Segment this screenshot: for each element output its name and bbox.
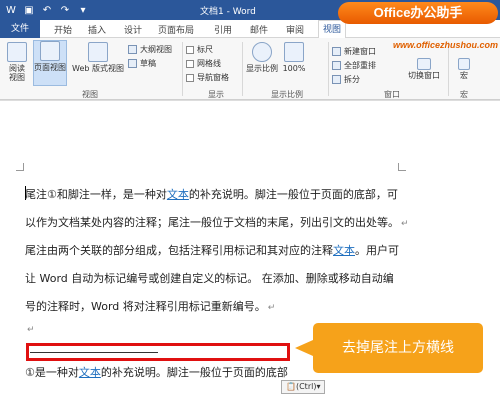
macros-icon xyxy=(458,58,470,70)
separator xyxy=(328,42,329,96)
print-layout-icon xyxy=(40,41,60,61)
chevron-down-icon: ▾ xyxy=(316,382,321,391)
endnote-text[interactable]: ①是一种对文本的补充说明。脚注一般位于页面的底部 xyxy=(25,364,288,380)
zoom-label: 显示比例 xyxy=(246,64,278,73)
clipboard-icon: 📋 xyxy=(286,382,296,391)
outline-icon xyxy=(128,45,137,54)
switch-windows-label: 切换窗口 xyxy=(408,71,440,80)
tab-review[interactable]: 审阅 xyxy=(286,23,304,36)
word-app-icon: W xyxy=(6,4,16,16)
link-text[interactable]: 文本 xyxy=(79,366,101,379)
tab-home[interactable]: 开始 xyxy=(54,23,72,36)
page-corner-mark xyxy=(398,163,406,171)
outline-button[interactable]: 大纲视图 xyxy=(128,44,172,55)
read-mode-icon xyxy=(7,42,27,62)
paragraph-line[interactable]: 尾注①和脚注一样，是一种对文本的补充说明。脚注一般位于页面的底部，可 xyxy=(25,186,398,202)
macros-label: 宏 xyxy=(460,71,468,80)
macros-group-label: 宏 xyxy=(460,90,468,99)
views-group-label: 视图 xyxy=(82,90,98,99)
page-corner-mark xyxy=(16,163,24,171)
brand-url: www.officezhushou.com xyxy=(392,40,498,50)
gridlines-label: 网格线 xyxy=(197,59,221,68)
customize-qat-icon[interactable]: ▾ xyxy=(76,3,90,17)
read-mode-button[interactable]: 阅读 视图 xyxy=(4,42,30,86)
document-title: 文档1 - Word xyxy=(200,7,256,17)
undo-icon[interactable]: ↶ xyxy=(40,3,54,17)
paragraph-line[interactable]: 号的注释时，Word 将对注释引用标记重新编号。 ↵ xyxy=(25,298,275,314)
switch-windows-icon xyxy=(417,58,431,70)
paragraph-line[interactable]: 以作为文档某处内容的注释；尾注一般位于文档的末尾，列出引文的出处等。 ↵ xyxy=(25,214,409,230)
read-mode-label: 阅读 视图 xyxy=(9,64,25,82)
brand-name: Office办公助手 xyxy=(338,2,498,24)
link-text[interactable]: 文本 xyxy=(167,188,189,201)
paste-options-label: (Ctrl) xyxy=(295,382,317,391)
separator xyxy=(448,42,449,96)
brand-watermark: Office办公助手 www.officezhushou.com xyxy=(338,2,498,50)
tab-mailings[interactable]: 邮件 xyxy=(250,23,268,36)
arrange-all-label: 全部重排 xyxy=(344,61,376,70)
draft-button[interactable]: 草稿 xyxy=(128,58,156,69)
redo-icon[interactable]: ↷ xyxy=(58,3,72,17)
zoom-100-button[interactable]: 100% xyxy=(281,42,307,86)
paragraph-mark-icon: ↵ xyxy=(401,219,409,229)
window-group-label: 窗口 xyxy=(384,90,400,99)
link-text[interactable]: 文本 xyxy=(333,244,355,257)
tab-design[interactable]: 设计 xyxy=(124,23,142,36)
tab-file[interactable]: 文件 xyxy=(0,20,40,38)
separator xyxy=(182,42,183,96)
web-layout-button[interactable]: Web 版式视图 xyxy=(69,42,127,86)
show-group-label: 显示 xyxy=(208,90,224,99)
split-icon xyxy=(332,75,341,84)
zoom-group-label: 显示比例 xyxy=(271,90,303,99)
tab-page-layout[interactable]: 页面布局 xyxy=(158,23,194,36)
gridlines-checkbox[interactable]: 网格线 xyxy=(186,58,221,69)
paragraph-mark-icon: ↵ xyxy=(27,325,35,335)
paragraph-line[interactable]: 尾注由两个关联的部分组成，包括注释引用标记和其对应的注释文本。用户可 xyxy=(25,242,399,258)
tab-insert[interactable]: 插入 xyxy=(88,23,106,36)
web-layout-icon xyxy=(88,42,108,62)
paste-options-button[interactable]: 📋(Ctrl)▾ xyxy=(281,380,326,394)
magnifier-icon xyxy=(252,42,272,62)
separator xyxy=(242,42,243,96)
paragraph-line[interactable]: 让 Word 自动为标记编号或创建自定义的标记。 在添加、删除或移动自动编 xyxy=(25,270,394,286)
web-layout-label: Web 版式视图 xyxy=(72,64,124,73)
nav-pane-label: 导航窗格 xyxy=(197,73,229,82)
callout-arrow xyxy=(295,340,313,356)
callout-text: 去掉尾注上方横线 xyxy=(342,340,454,356)
outline-label: 大纲视图 xyxy=(140,45,172,54)
ruler-checkbox[interactable]: 标尺 xyxy=(186,44,213,55)
tab-references[interactable]: 引用 xyxy=(214,23,232,36)
arrange-all-button[interactable]: 全部重排 xyxy=(332,60,376,71)
callout-bubble: 去掉尾注上方横线 xyxy=(295,323,483,373)
draft-icon xyxy=(128,59,137,68)
split-button[interactable]: 拆分 xyxy=(332,74,360,85)
save-icon[interactable]: ▣ xyxy=(22,3,36,17)
print-layout-label: 页面视图 xyxy=(34,63,66,72)
zoom-100-icon xyxy=(284,42,304,62)
highlight-box xyxy=(26,343,290,361)
print-layout-button[interactable]: 页面视图 xyxy=(33,40,67,86)
nav-pane-checkbox[interactable]: 导航窗格 xyxy=(186,72,229,83)
switch-windows-button[interactable]: 切换窗口 xyxy=(404,58,444,88)
zoom-100-label: 100% xyxy=(282,64,306,73)
empty-paragraph: ↵ xyxy=(25,322,35,335)
zoom-button[interactable]: 显示比例 xyxy=(245,42,279,86)
ruler-label: 标尺 xyxy=(197,45,213,54)
draft-label: 草稿 xyxy=(140,59,156,68)
arrange-all-icon xyxy=(332,61,341,70)
split-label: 拆分 xyxy=(344,75,360,84)
macros-button[interactable]: 宏 xyxy=(453,58,475,88)
paragraph-mark-icon: ↵ xyxy=(267,303,276,313)
